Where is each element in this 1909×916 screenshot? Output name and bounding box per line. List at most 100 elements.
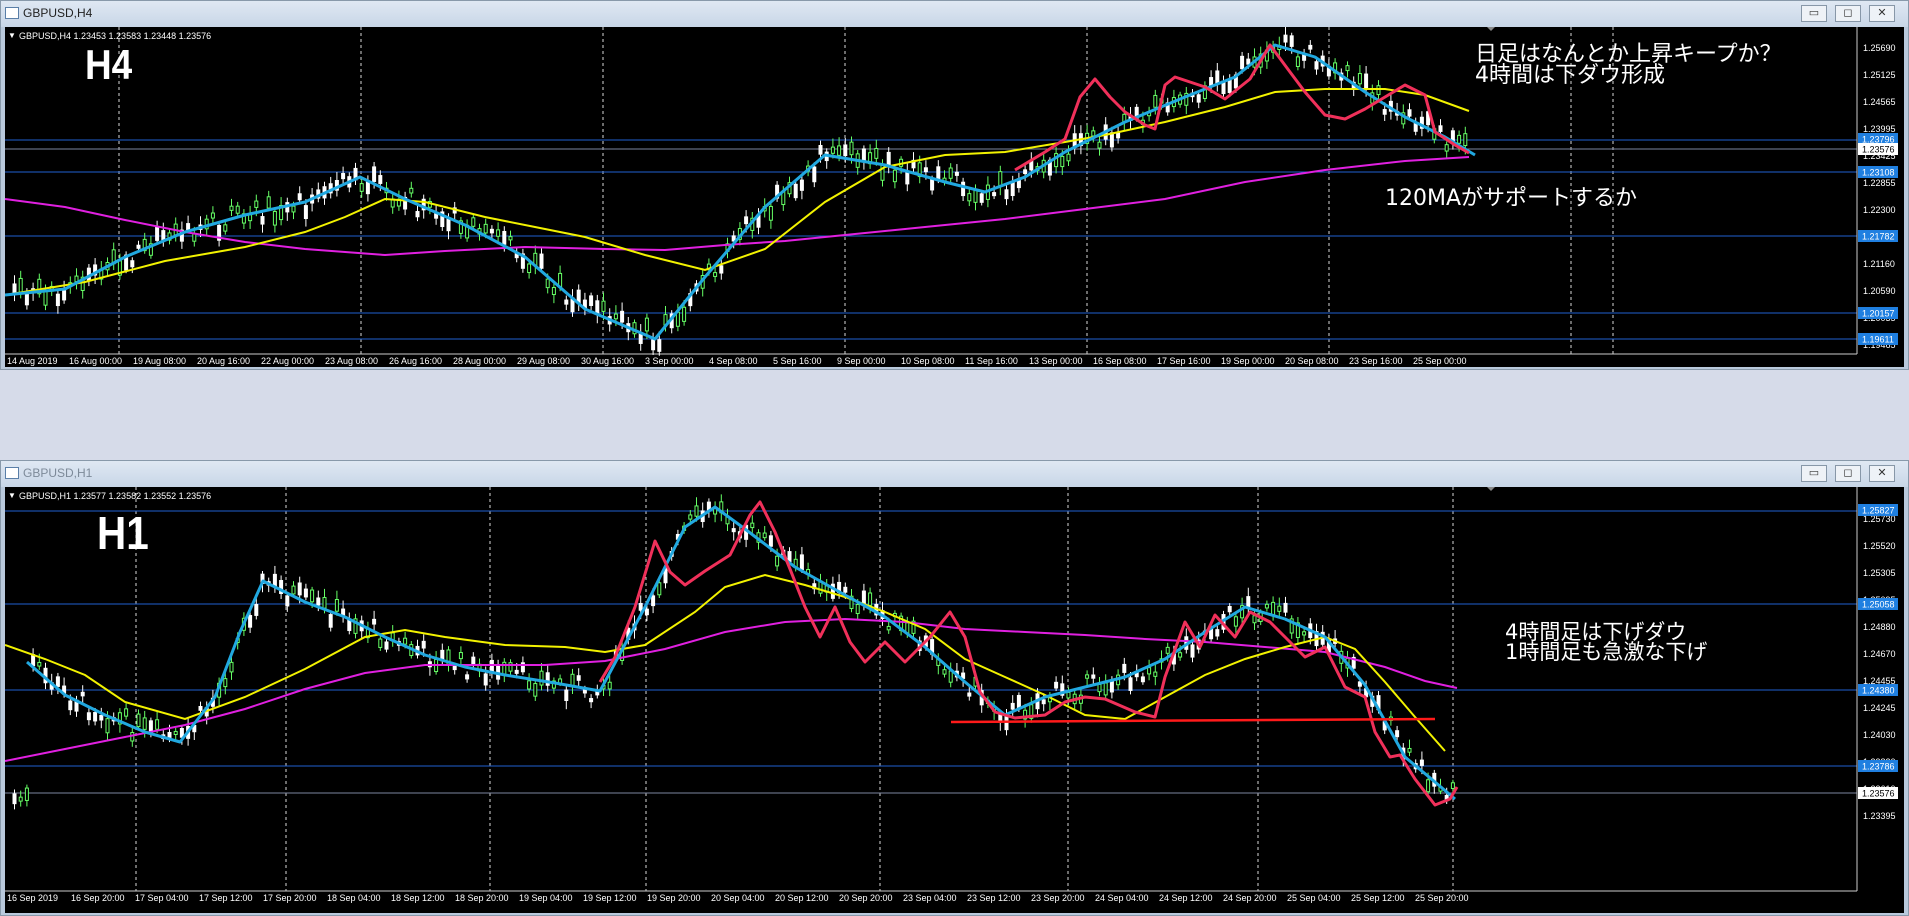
candle-body xyxy=(86,712,91,721)
candle-body xyxy=(849,141,854,156)
candle-body xyxy=(248,615,253,628)
candle-body xyxy=(843,586,848,593)
candle-body xyxy=(68,700,73,711)
titlebar-h1[interactable]: GBPUSD,H1 ▭ ◻ ✕ xyxy=(1,461,1908,487)
candle-body xyxy=(775,555,780,567)
candle-body xyxy=(874,148,879,159)
time-axis-label: 25 Sep 00:00 xyxy=(1413,356,1467,366)
candle-body xyxy=(452,665,457,671)
candle-body xyxy=(1091,130,1096,137)
price-tick-label: 1.21160 xyxy=(1863,259,1895,269)
candle-body xyxy=(378,175,383,184)
time-axis-label: 20 Sep 08:00 xyxy=(1285,356,1339,366)
candle-body xyxy=(198,705,203,711)
candle-body xyxy=(31,654,36,667)
candle-body xyxy=(502,230,507,245)
candle-body xyxy=(1407,747,1412,753)
candle-body xyxy=(930,178,935,191)
candle-body xyxy=(93,712,98,722)
chart-area-h1[interactable]: GBPUSD,H1 1.23577 1.23582 1.23552 1.2357… xyxy=(5,487,1904,913)
timeframe-label: H4 xyxy=(85,42,132,89)
candle-body xyxy=(886,625,891,631)
titlebar-h4[interactable]: GBPUSD,H4 ▭ ◻ ✕ xyxy=(1,1,1908,27)
minimize-button[interactable]: ▭ xyxy=(1801,5,1827,22)
time-axis-label: 20 Sep 20:00 xyxy=(839,893,893,903)
candle-body xyxy=(651,595,656,607)
chart-info-text: GBPUSD,H4 1.23453 1.23583 1.23448 1.2357… xyxy=(19,31,211,41)
time-axis-label: 16 Sep 20:00 xyxy=(71,893,125,903)
candle-body xyxy=(1041,699,1046,705)
price-chart-h4[interactable]: GBPUSD,H4 1.23453 1.23583 1.23448 1.2357… xyxy=(5,27,1904,367)
chart-background xyxy=(5,487,1904,913)
candle-body xyxy=(508,662,513,672)
minimize-button[interactable]: ▭ xyxy=(1801,465,1827,482)
candle-body xyxy=(471,656,476,665)
time-axis-label: 29 Aug 08:00 xyxy=(517,356,570,366)
candle-body xyxy=(948,167,953,179)
candle-body xyxy=(1140,676,1145,683)
time-axis-label: 18 Sep 04:00 xyxy=(327,893,381,903)
time-axis-label: 25 Sep 12:00 xyxy=(1351,893,1405,903)
chart-window-h4[interactable]: GBPUSD,H4 ▭ ◻ ✕ GBPUSD,H4 1.23453 1.2358… xyxy=(0,0,1909,370)
price-tag-label: 1.19611 xyxy=(1862,335,1894,345)
price-chart-h1[interactable]: GBPUSD,H1 1.23577 1.23582 1.23552 1.2357… xyxy=(5,487,1904,913)
chart-window-h1[interactable]: GBPUSD,H1 ▭ ◻ ✕ GBPUSD,H1 1.23577 1.2358… xyxy=(0,460,1909,916)
candle-body xyxy=(675,311,680,327)
candle-body xyxy=(551,287,556,296)
time-axis-label: 28 Aug 00:00 xyxy=(453,356,506,366)
maximize-button[interactable]: ◻ xyxy=(1835,5,1861,22)
candle-body xyxy=(1450,782,1455,789)
candle-body xyxy=(403,637,408,645)
candle-body xyxy=(415,211,420,218)
candle-body xyxy=(1122,663,1127,673)
candle-body xyxy=(861,148,866,162)
candle-body xyxy=(942,669,947,675)
candle-body xyxy=(1097,141,1102,149)
candle-body xyxy=(229,661,234,673)
candle-body xyxy=(979,193,984,203)
candle-body xyxy=(55,676,60,687)
time-axis-label: 25 Sep 20:00 xyxy=(1415,893,1469,903)
maximize-button[interactable]: ◻ xyxy=(1835,465,1861,482)
candle-body xyxy=(682,306,687,322)
time-axis-label: 14 Aug 2019 xyxy=(7,356,58,366)
candle-body xyxy=(18,277,23,293)
candle-body xyxy=(1165,646,1170,654)
candle-body xyxy=(1023,169,1028,175)
candle-body xyxy=(1246,58,1251,65)
candle-body xyxy=(837,145,842,156)
candle-body xyxy=(812,166,817,183)
candle-body xyxy=(1227,605,1232,613)
candle-body xyxy=(527,263,532,274)
candle-body xyxy=(1444,144,1449,152)
time-axis-label: 16 Sep 08:00 xyxy=(1093,356,1147,366)
candle-body xyxy=(291,205,296,213)
candle-body xyxy=(1438,125,1443,132)
chart-info-text: GBPUSD,H1 1.23577 1.23582 1.23552 1.2357… xyxy=(19,491,211,501)
candle-body xyxy=(1147,667,1152,675)
candle-body xyxy=(1109,132,1114,148)
candle-body xyxy=(713,272,718,277)
close-button[interactable]: ✕ xyxy=(1869,5,1895,22)
candle-body xyxy=(1345,65,1350,72)
annotation-text: 4時間は下ダウ形成 xyxy=(1475,63,1665,88)
price-tag-label: 1.20157 xyxy=(1862,309,1895,319)
candle-body xyxy=(372,618,377,625)
candle-body xyxy=(136,244,141,249)
candle-body xyxy=(961,181,966,197)
time-axis-label: 17 Sep 12:00 xyxy=(199,893,253,903)
candle-body xyxy=(291,585,296,595)
candle-body xyxy=(1215,629,1220,637)
candle-body xyxy=(37,661,42,667)
candle-body xyxy=(1066,691,1071,699)
candle-body xyxy=(843,144,848,157)
chart-area-h4[interactable]: GBPUSD,H4 1.23453 1.23583 1.23448 1.2357… xyxy=(5,27,1904,367)
candle-body xyxy=(310,589,315,603)
candle-body xyxy=(967,692,972,697)
price-tick-label: 1.25520 xyxy=(1863,541,1896,551)
price-tag-label: 1.23576 xyxy=(1862,789,1895,799)
close-button[interactable]: ✕ xyxy=(1869,465,1895,482)
price-tag-label: 1.25827 xyxy=(1862,506,1895,516)
candle-body xyxy=(446,218,451,232)
candle-body xyxy=(1283,602,1288,613)
